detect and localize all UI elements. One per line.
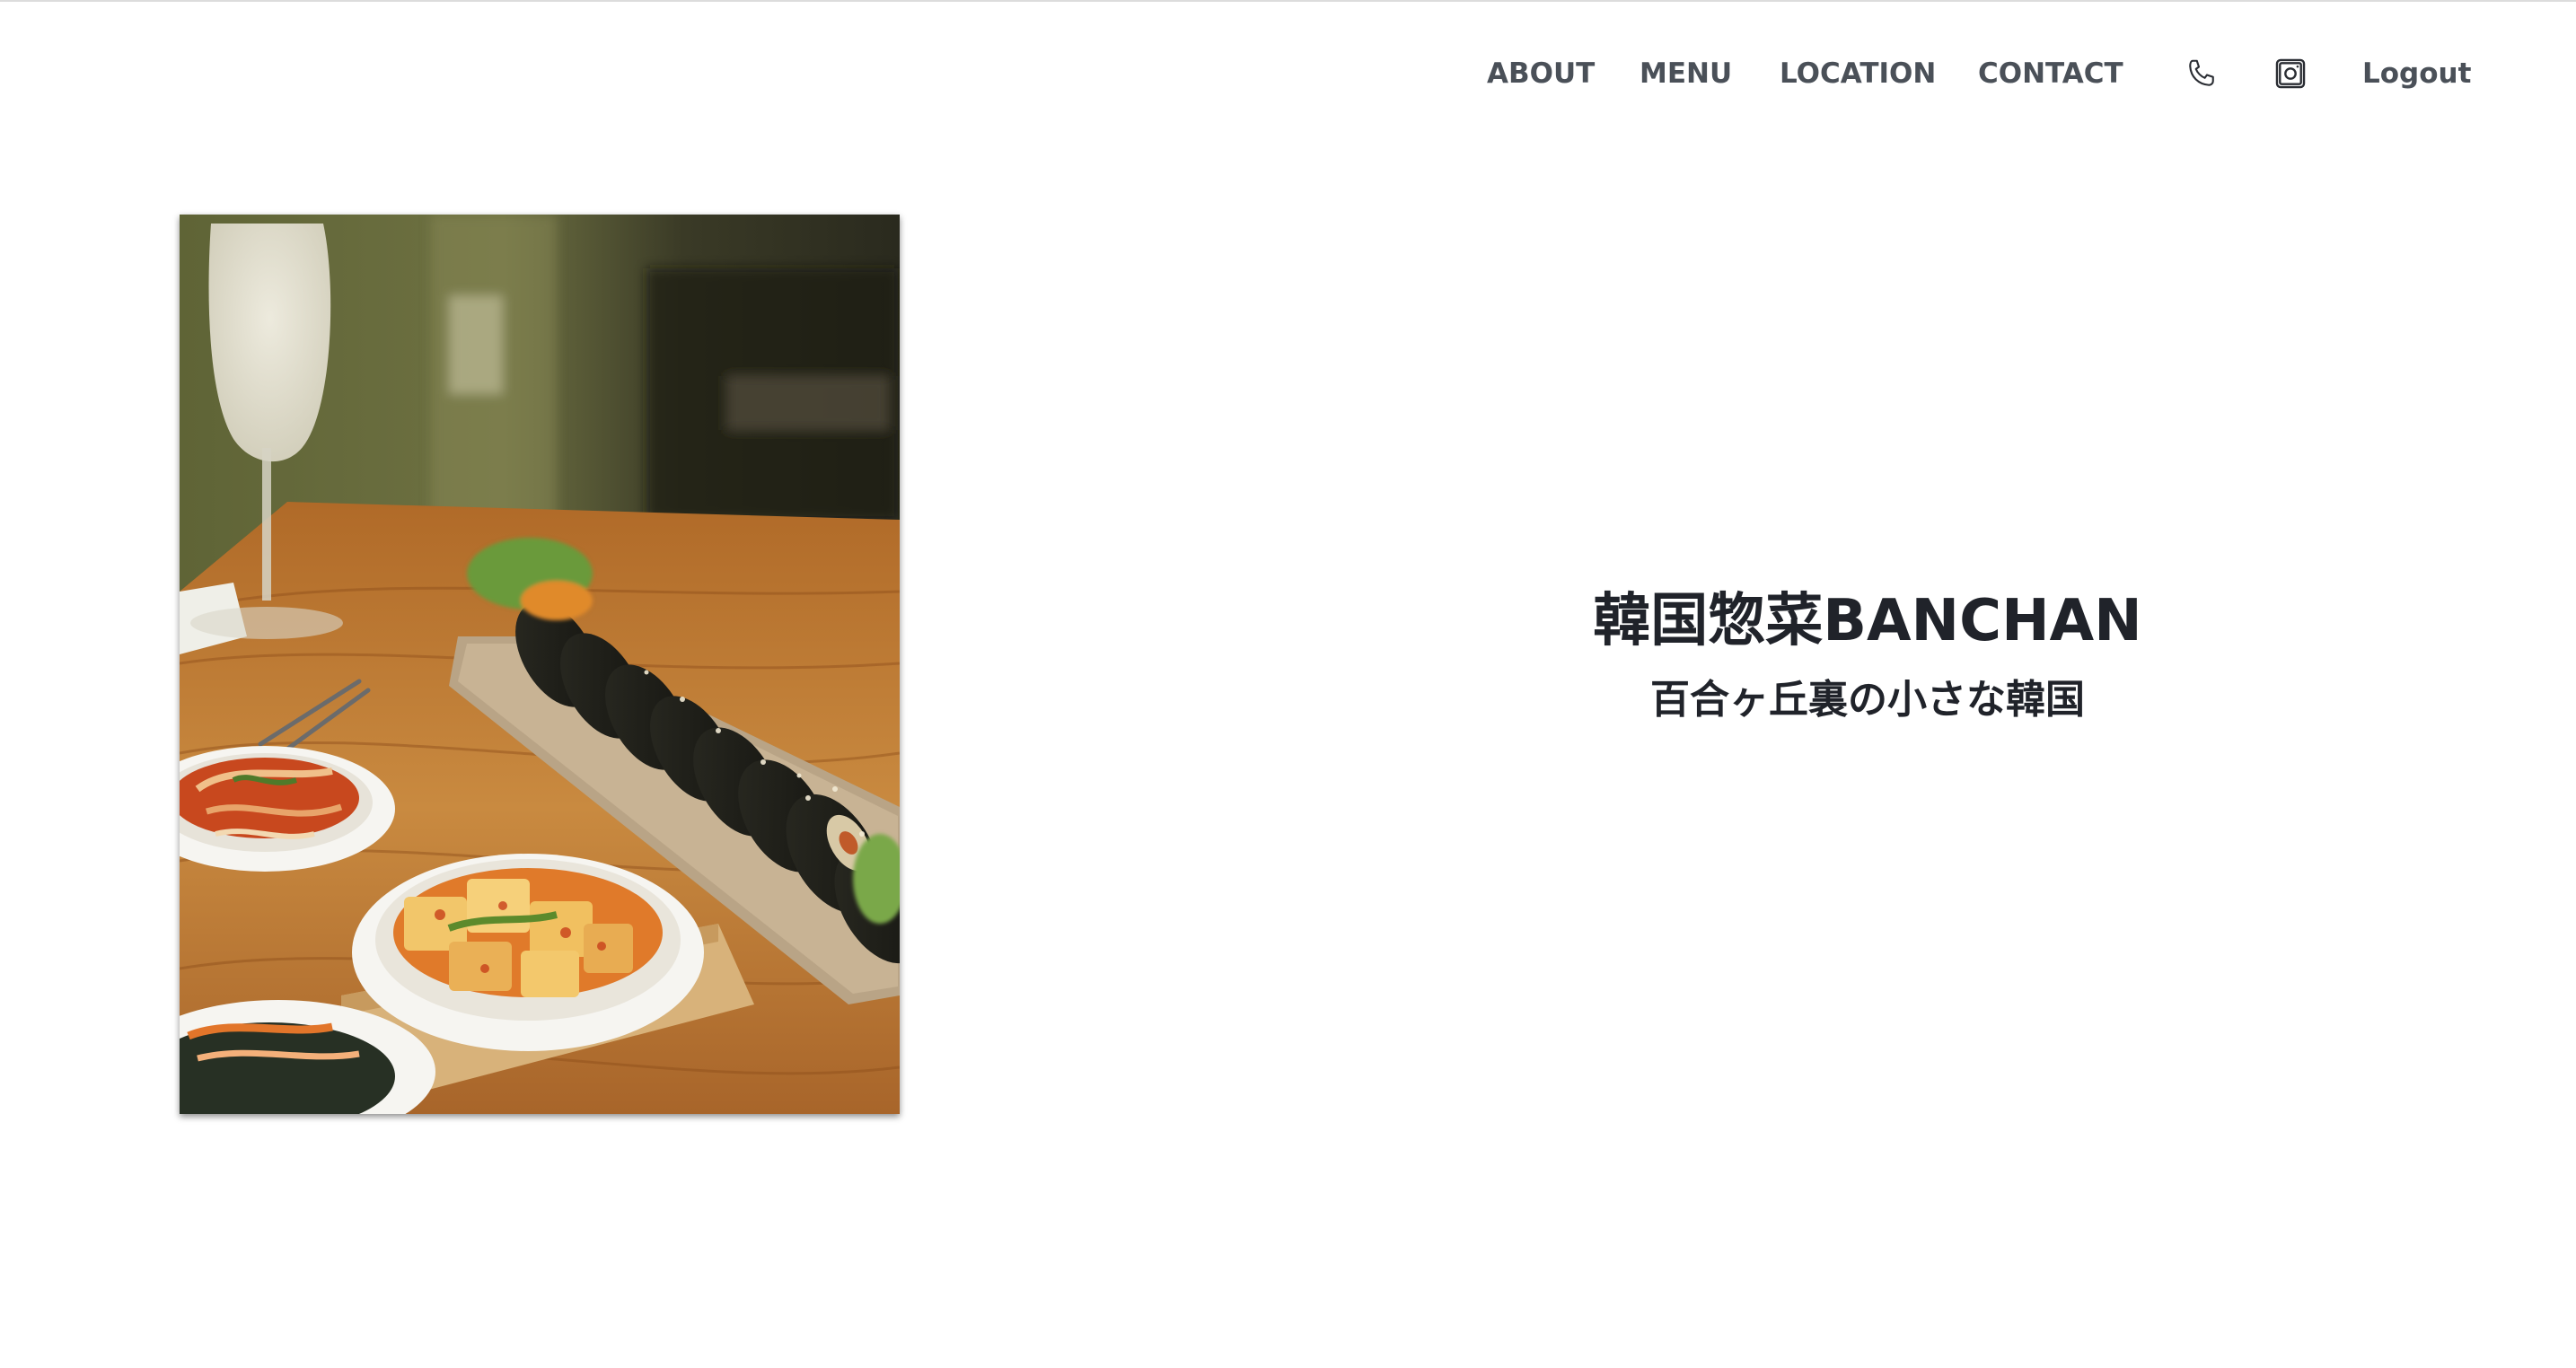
hero-subtitle: 百合ヶ丘裏の小さな韓国 [1650, 677, 2085, 723]
main-nav: ABOUT MENU LOCATION CONTACT Logout [1473, 47, 2576, 101]
nav-menu-link[interactable]: MENU [1640, 47, 1732, 101]
nav-contact-link[interactable]: CONTACT [1978, 47, 2123, 101]
food-photo [180, 215, 900, 1114]
hero-title: 韓国惣菜BANCHAN [1593, 588, 2142, 654]
logout-link[interactable]: Logout [2362, 47, 2471, 101]
nav-about-link[interactable]: ABOUT [1487, 47, 1595, 101]
instagram-icon[interactable] [2264, 47, 2317, 101]
top-border [0, 0, 2576, 2]
phone-icon[interactable] [2175, 47, 2229, 101]
nav-location-link[interactable]: LOCATION [1780, 47, 1936, 101]
